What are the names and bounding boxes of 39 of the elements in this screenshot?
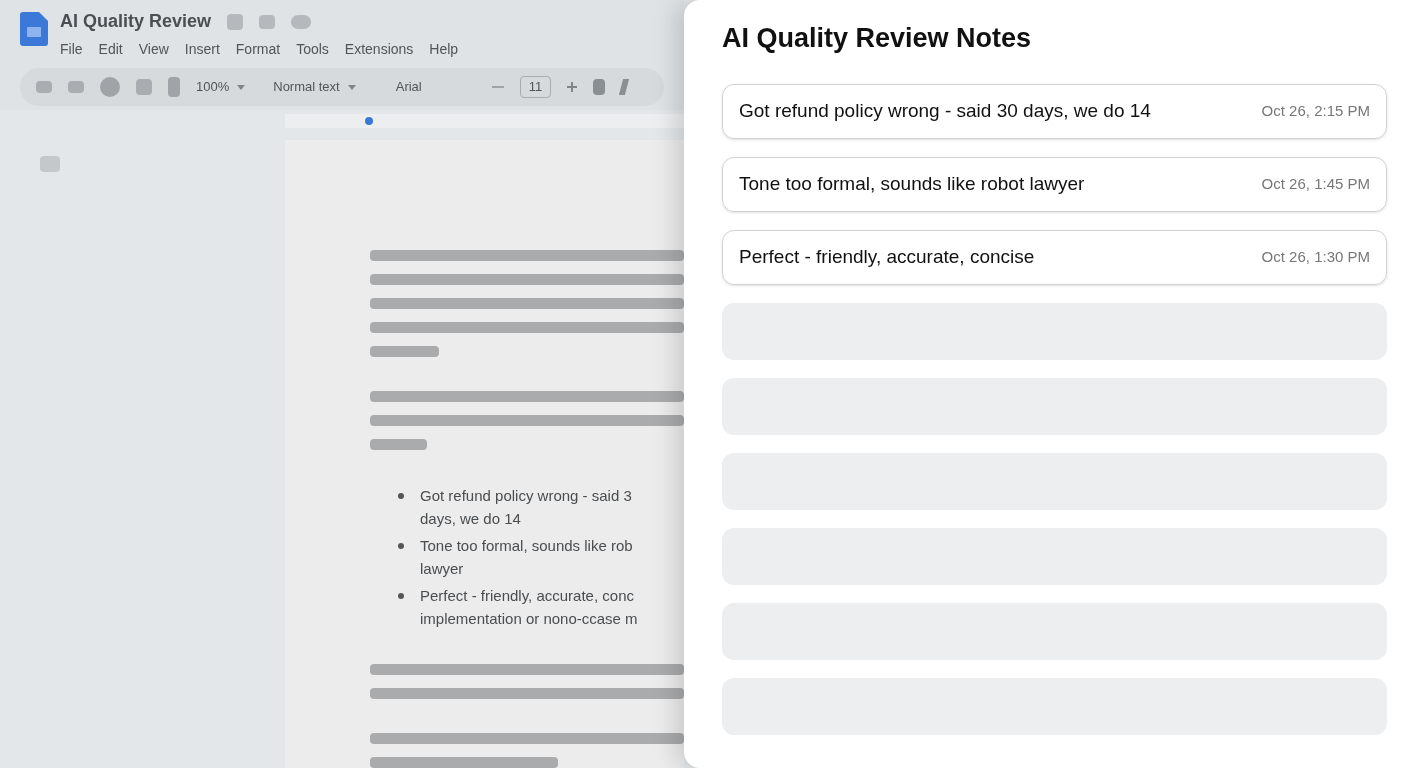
menu-item[interactable]: Format (235, 39, 281, 60)
menu-item[interactable]: Edit (98, 39, 123, 60)
note-text: Tone too formal, sounds like robot lawyer (739, 171, 1085, 196)
note-card[interactable]: Got refund policy wrong - said 30 days, we do 14 Oct 26, 2:15 PM (722, 83, 1387, 139)
panel-title: AI Quality Review Notes (722, 22, 1033, 55)
caret-icon (347, 84, 356, 90)
menu-item[interactable]: Insert (184, 39, 220, 60)
note-card[interactable]: Tone too formal, sounds like robot lawyer Oct 26, 1:45 PM (722, 156, 1387, 212)
bullet-text: Tone too formal, sounds like rob (420, 536, 633, 556)
caret-icon (237, 84, 246, 90)
note-time: Oct 26, 1:30 PM (1261, 246, 1370, 267)
menu-item[interactable]: File (60, 39, 83, 60)
note-text: Perfect - friendly, accurate, concise (739, 244, 1035, 269)
bullet-icon (398, 493, 404, 499)
note-card[interactable]: Perfect - friendly, accurate, concise Oct 26, 1:30 PM (722, 229, 1387, 285)
style-select[interactable]: Normal text (273, 77, 380, 97)
bullet-icon (398, 593, 404, 599)
bullet-text: days, we do 14 (420, 509, 522, 529)
note-time: Oct 26, 1:45 PM (1261, 173, 1370, 194)
note-text: Got refund policy wrong - said 30 days, we do 14 (739, 98, 1151, 123)
print-icon[interactable] (100, 77, 120, 97)
note-time: Oct 26, 2:15 PM (1261, 100, 1370, 121)
menu-item[interactable]: Help (429, 39, 459, 60)
menu-item[interactable]: View (138, 39, 169, 60)
font-select[interactable]: Arial (395, 77, 476, 97)
bullet-icon (398, 543, 404, 549)
italic-icon[interactable] (619, 79, 630, 95)
menu-item[interactable]: Extensions (344, 39, 414, 60)
document-title[interactable]: AI Quality Review (60, 8, 212, 35)
font-size-field[interactable]: 11 (519, 76, 552, 98)
minus-icon[interactable] (491, 86, 504, 88)
bullet-text: lawyer (420, 559, 465, 579)
menu-item[interactable]: Tools (296, 39, 329, 60)
plus-icon[interactable] (567, 82, 578, 92)
bullet-text: implementation or nono-ccase m (420, 609, 638, 629)
document-icon[interactable] (20, 12, 48, 46)
bullet-text: Got refund policy wrong - said 3 (420, 486, 632, 506)
zoom-select[interactable]: 100% (196, 77, 258, 97)
bullet-text: Perfect - friendly, accurate, conc (420, 586, 635, 606)
